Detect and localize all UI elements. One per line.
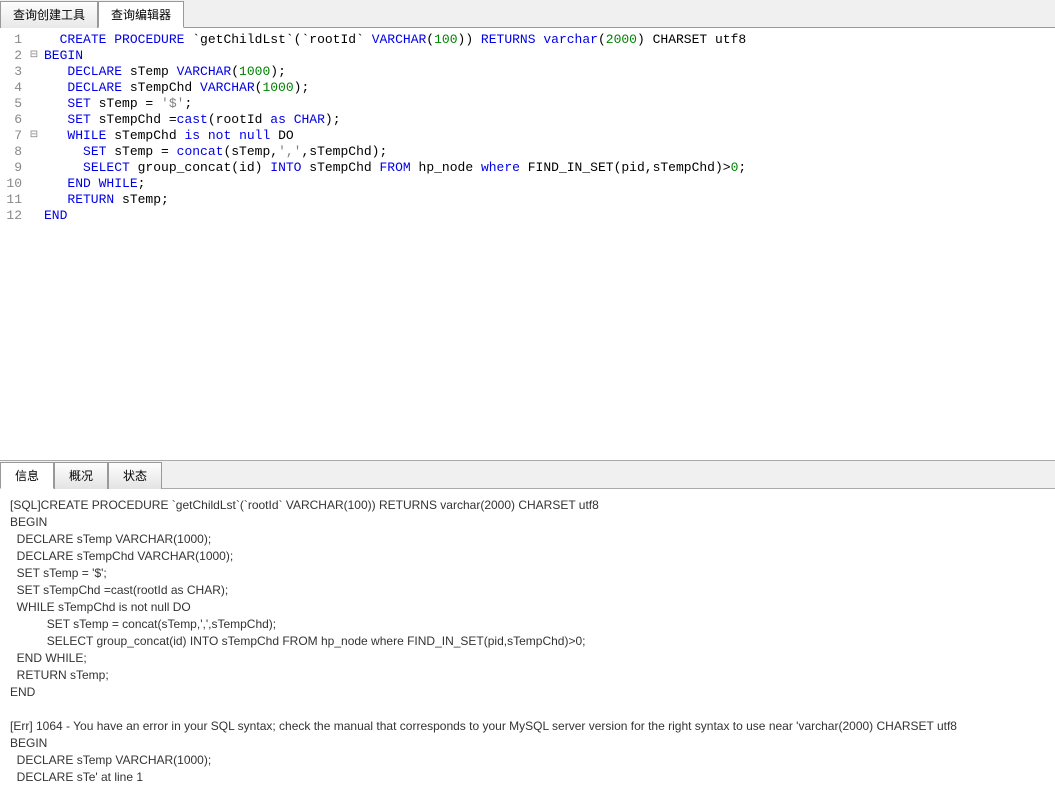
tab-query-editor[interactable]: 查询编辑器 <box>98 1 184 28</box>
tab-info[interactable]: 信息 <box>0 462 54 489</box>
fold-toggle <box>28 176 40 192</box>
code-line[interactable]: DECLARE sTemp VARCHAR(1000); <box>44 64 1051 80</box>
tab-status[interactable]: 状态 <box>108 462 162 489</box>
code-line[interactable]: RETURN sTemp; <box>44 192 1051 208</box>
line-number: 12 <box>2 208 22 224</box>
output-panel-tabs: 信息 概况 状态 <box>0 460 1055 489</box>
code-line[interactable]: WHILE sTempChd is not null DO <box>44 128 1051 144</box>
fold-toggle[interactable]: ⊟ <box>28 48 40 64</box>
code-line[interactable]: CREATE PROCEDURE `getChildLst`(`rootId` … <box>44 32 1051 48</box>
code-line[interactable]: SET sTempChd =cast(rootId as CHAR); <box>44 112 1051 128</box>
line-number: 9 <box>2 160 22 176</box>
line-number: 4 <box>2 80 22 96</box>
fold-toggle <box>28 112 40 128</box>
fold-toggle <box>28 160 40 176</box>
tab-query-builder[interactable]: 查询创建工具 <box>0 1 98 28</box>
fold-toggle <box>28 96 40 112</box>
code-line[interactable]: END WHILE; <box>44 176 1051 192</box>
line-number: 8 <box>2 144 22 160</box>
line-number: 5 <box>2 96 22 112</box>
fold-toggle <box>28 144 40 160</box>
line-number-gutter: 123456789101112 <box>0 28 28 458</box>
fold-column[interactable]: ⊟⊟ <box>28 28 40 458</box>
code-area[interactable]: CREATE PROCEDURE `getChildLst`(`rootId` … <box>40 28 1055 458</box>
line-number: 11 <box>2 192 22 208</box>
line-number: 10 <box>2 176 22 192</box>
code-line[interactable]: SELECT group_concat(id) INTO sTempChd FR… <box>44 160 1051 176</box>
fold-toggle <box>28 64 40 80</box>
fold-toggle <box>28 32 40 48</box>
fold-toggle <box>28 208 40 224</box>
sql-editor[interactable]: 123456789101112 ⊟⊟ CREATE PROCEDURE `get… <box>0 28 1055 458</box>
line-number: 2 <box>2 48 22 64</box>
line-number: 1 <box>2 32 22 48</box>
code-line[interactable]: BEGIN <box>44 48 1051 64</box>
tab-profile[interactable]: 概况 <box>54 462 108 489</box>
code-line[interactable]: SET sTemp = concat(sTemp,',',sTempChd); <box>44 144 1051 160</box>
output-message[interactable]: [SQL]CREATE PROCEDURE `getChildLst`(`roo… <box>0 489 1055 794</box>
line-number: 3 <box>2 64 22 80</box>
line-number: 7 <box>2 128 22 144</box>
fold-toggle[interactable]: ⊟ <box>28 128 40 144</box>
line-number: 6 <box>2 112 22 128</box>
fold-toggle <box>28 192 40 208</box>
code-line[interactable]: SET sTemp = '$'; <box>44 96 1051 112</box>
fold-toggle <box>28 80 40 96</box>
code-line[interactable]: DECLARE sTempChd VARCHAR(1000); <box>44 80 1051 96</box>
editor-top-tabs: 查询创建工具 查询编辑器 <box>0 0 1055 28</box>
code-line[interactable]: END <box>44 208 1051 224</box>
